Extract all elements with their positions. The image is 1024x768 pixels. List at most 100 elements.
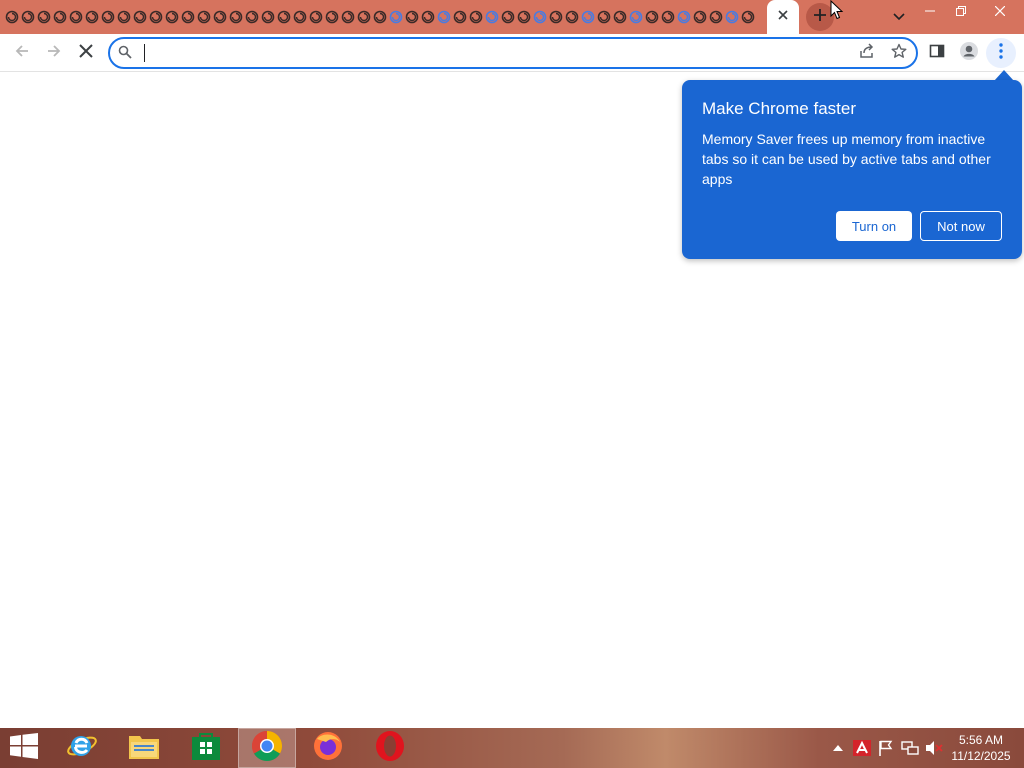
loading-spinner-icon [133,10,147,24]
loading-spinner-icon [437,10,451,24]
tab[interactable] [132,0,148,34]
tab[interactable] [100,0,116,34]
stop-loading-button[interactable] [71,38,101,68]
memory-saver-bubble: Make Chrome faster Memory Saver frees up… [682,80,1022,259]
tab[interactable] [20,0,36,34]
tab[interactable] [628,0,644,34]
menu-button[interactable] [986,38,1016,68]
tab[interactable] [532,0,548,34]
tab[interactable] [372,0,388,34]
tab[interactable] [676,0,692,34]
action-center-flag-icon[interactable] [874,728,898,768]
loading-spinner-icon [357,10,371,24]
opera-taskbar[interactable] [362,728,418,768]
minimize-button[interactable] [914,0,945,22]
tab[interactable] [660,0,676,34]
tab[interactable] [244,0,260,34]
clock-date: 11/12/2025 [951,749,1011,763]
tab[interactable] [692,0,708,34]
tab[interactable] [644,0,660,34]
tab[interactable] [708,0,724,34]
profile-button[interactable] [954,38,984,68]
tab[interactable] [548,0,564,34]
tab[interactable] [228,0,244,34]
tab[interactable] [452,0,468,34]
tab[interactable] [324,0,340,34]
tab[interactable] [84,0,100,34]
tab[interactable] [356,0,372,34]
chrome-taskbar[interactable] [238,728,296,768]
chevron-down-icon [893,8,905,26]
arrow-left-icon [14,43,30,64]
chrome-icon [251,730,283,767]
tab[interactable] [148,0,164,34]
not-now-button[interactable]: Not now [920,211,1002,241]
internet-explorer-taskbar[interactable] [54,728,110,768]
share-button[interactable] [854,40,880,66]
file-explorer-icon [128,731,160,766]
side-panel-button[interactable] [922,38,952,68]
antivirus-tray-icon[interactable] [850,728,874,768]
tab[interactable] [4,0,20,34]
file-explorer-taskbar[interactable] [116,728,172,768]
loading-spinner-icon [149,10,163,24]
tab[interactable] [116,0,132,34]
network-icon[interactable] [898,728,922,768]
store-taskbar[interactable] [178,728,234,768]
tab[interactable] [580,0,596,34]
tab[interactable] [388,0,404,34]
back-button[interactable] [7,38,37,68]
taskbar-clock[interactable]: 5:56 AM 11/12/2025 [946,732,1016,764]
tab[interactable] [196,0,212,34]
tab[interactable] [468,0,484,34]
loading-spinner-icon [533,10,547,24]
restore-button[interactable] [945,0,976,22]
loading-spinner-icon [741,10,755,24]
turn-on-button[interactable]: Turn on [836,211,912,241]
tab-search-button[interactable] [886,4,912,30]
tab[interactable] [724,0,740,34]
bubble-description: Memory Saver frees up memory from inacti… [702,131,991,187]
loading-spinner-icon [581,10,595,24]
tab[interactable] [564,0,580,34]
address-input[interactable] [142,42,822,64]
loading-spinner-icon [341,10,355,24]
tab[interactable] [36,0,52,34]
volume-muted-icon[interactable] [922,728,946,768]
tab[interactable] [404,0,420,34]
loading-spinner-icon [373,10,387,24]
tab[interactable] [516,0,532,34]
tab[interactable] [484,0,500,34]
system-tray [826,728,946,768]
forward-button[interactable] [39,38,69,68]
tab[interactable] [212,0,228,34]
tab[interactable] [436,0,452,34]
star-icon [891,43,907,64]
tab[interactable] [612,0,628,34]
tab[interactable] [740,0,756,34]
tab[interactable] [340,0,356,34]
tab[interactable] [276,0,292,34]
loading-spinner-icon [661,10,675,24]
tab[interactable] [596,0,612,34]
tab[interactable] [180,0,196,34]
tab[interactable] [500,0,516,34]
show-hidden-icons-button[interactable] [826,728,850,768]
loading-spinner-icon [165,10,179,24]
start-button[interactable] [0,728,48,768]
tab[interactable] [68,0,84,34]
close-tab-icon[interactable] [777,8,789,26]
tab[interactable] [52,0,68,34]
firefox-taskbar[interactable] [300,728,356,768]
active-tab[interactable] [767,0,799,34]
loading-spinner-icon [565,10,579,24]
close-window-button[interactable] [976,0,1024,22]
tab[interactable] [164,0,180,34]
address-bar[interactable] [108,37,918,69]
tab[interactable] [420,0,436,34]
bookmark-button[interactable] [886,40,912,66]
tab[interactable] [308,0,324,34]
tab[interactable] [292,0,308,34]
tab[interactable] [260,0,276,34]
loading-spinner-icon [293,10,307,24]
